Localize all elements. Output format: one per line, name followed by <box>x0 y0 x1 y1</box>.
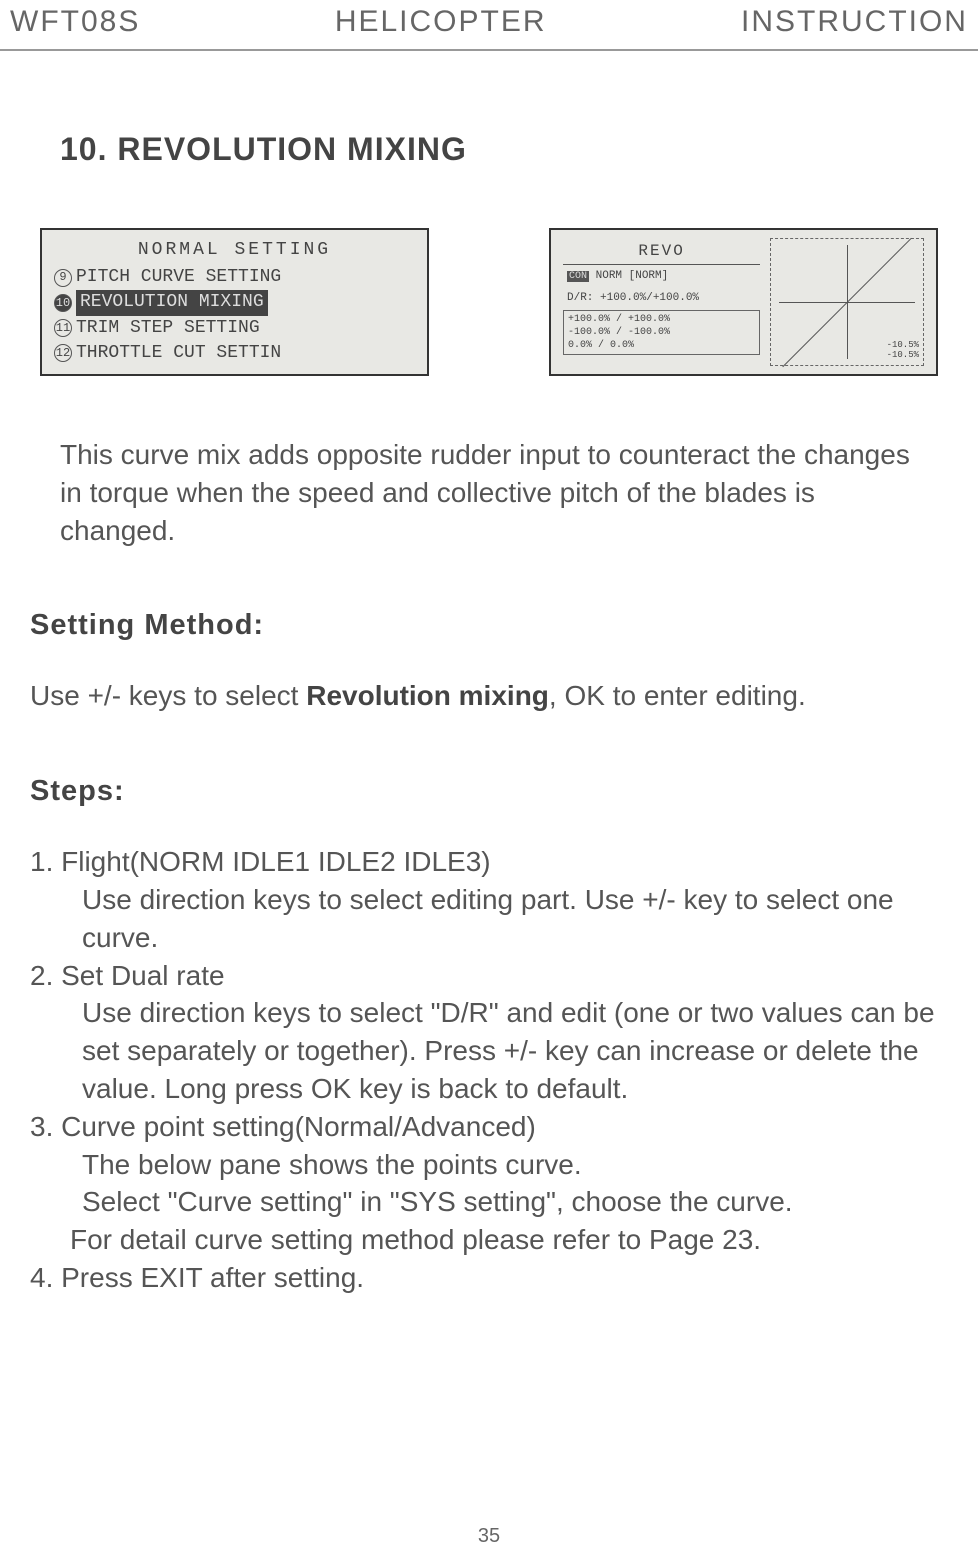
page-header: WFT08S HELICOPTER INSTRUCTION <box>0 0 978 51</box>
setting-method-title: Setting Method: <box>30 609 948 642</box>
revo-value-row: -100.0% / -100.0% <box>568 326 755 339</box>
step-head: 2. Set Dual rate <box>30 957 948 995</box>
menu-item: 11 TRIM STEP SETTING <box>54 316 415 341</box>
menu-header: NORMAL SETTING <box>54 238 415 263</box>
header-center: HELICOPTER <box>335 5 547 39</box>
revo-value-row: +100.0% / +100.0% <box>568 313 755 326</box>
revo-value-row: 0.0% / 0.0% <box>568 339 755 352</box>
step-head: 4. Press EXIT after setting. <box>30 1259 948 1297</box>
page-content: 10. REVOLUTION MIXING NORMAL SETTING 9 P… <box>0 131 978 1297</box>
menu-num-icon: 9 <box>54 269 72 287</box>
menu-item-label: REVOLUTION MIXING <box>76 290 268 315</box>
description-paragraph: This curve mix adds opposite rudder inpu… <box>60 436 918 549</box>
menu-item-label: TRIM STEP SETTING <box>76 316 260 341</box>
revo-mode-line: CON NORM [NORM] <box>563 267 760 286</box>
menu-item-label: PITCH CURVE SETTING <box>76 265 281 290</box>
graph-labels: -10.5% -10.5% <box>887 341 919 361</box>
header-left: WFT08S <box>10 5 140 39</box>
screenshots-row: NORMAL SETTING 9 PITCH CURVE SETTING 10 … <box>40 228 938 376</box>
revo-title: REVO <box>563 238 760 265</box>
step-body: Use direction keys to select "D/R" and e… <box>30 994 948 1107</box>
step-body: Select "Curve setting" in "SYS setting",… <box>30 1183 948 1221</box>
step-body: Use direction keys to select editing par… <box>30 881 948 957</box>
revo-mode: NORM [NORM] <box>596 270 669 282</box>
menu-item: 12 THROTTLE CUT SETTIN <box>54 341 415 366</box>
step-head: 1. Flight(NORM IDLE1 IDLE2 IDLE3) <box>30 843 948 881</box>
menu-num-icon: 11 <box>54 319 72 337</box>
menu-item-selected: 10 REVOLUTION MIXING <box>54 290 415 315</box>
text-pre: Use +/- keys to select <box>30 680 306 711</box>
section-title: 10. REVOLUTION MIXING <box>60 131 948 168</box>
page-number: 35 <box>478 1525 500 1548</box>
menu-item: 9 PITCH CURVE SETTING <box>54 265 415 290</box>
graph-label: -10.5% <box>887 351 919 361</box>
step-head: 3. Curve point setting(Normal/Advanced) <box>30 1108 948 1146</box>
revo-values-box: +100.0% / +100.0% -100.0% / -100.0% 0.0%… <box>563 310 760 355</box>
step-body: For detail curve setting method please r… <box>30 1221 948 1259</box>
menu-num-icon: 12 <box>54 344 72 362</box>
text-bold: Revolution mixing <box>306 680 549 711</box>
header-right: INSTRUCTION <box>741 5 968 39</box>
lcd-menu-screenshot: NORMAL SETTING 9 PITCH CURVE SETTING 10 … <box>40 228 429 376</box>
revo-graph: -10.5% -10.5% <box>770 238 924 366</box>
menu-num-icon: 10 <box>54 294 72 312</box>
step-body: The below pane shows the points curve. <box>30 1146 948 1184</box>
menu-item-label: THROTTLE CUT SETTIN <box>76 341 281 366</box>
steps-title: Steps: <box>30 775 948 808</box>
steps-list: 1. Flight(NORM IDLE1 IDLE2 IDLE3) Use di… <box>30 843 948 1297</box>
text-post: , OK to enter editing. <box>549 680 806 711</box>
revo-info-panel: REVO CON NORM [NORM] D/R: +100.0%/+100.0… <box>563 238 760 366</box>
revo-badge: CON <box>567 271 589 282</box>
lcd-revo-screenshot: REVO CON NORM [NORM] D/R: +100.0%/+100.0… <box>549 228 938 376</box>
revo-dr: D/R: +100.0%/+100.0% <box>563 289 760 308</box>
setting-method-text: Use +/- keys to select Revolution mixing… <box>30 677 948 715</box>
